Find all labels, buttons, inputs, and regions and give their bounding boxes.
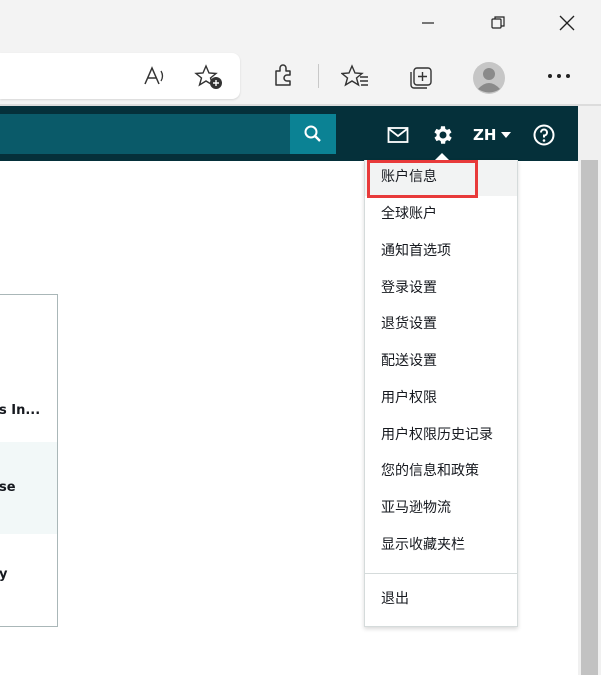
dropdown-caret	[435, 153, 449, 160]
favorites-icon[interactable]	[340, 62, 370, 90]
language-label: ZH	[473, 126, 497, 144]
menu-item-permission-history[interactable]: 用户权限历史记录	[381, 424, 493, 446]
add-favorite-icon[interactable]	[193, 62, 225, 92]
search-input[interactable]	[0, 114, 290, 154]
settings-gear-icon[interactable]	[428, 121, 456, 149]
scrollbar-thumb[interactable]	[581, 160, 598, 675]
menu-item-user-permissions[interactable]: 用户权限	[381, 387, 437, 409]
menu-item-global-account[interactable]: 全球账户	[381, 203, 437, 225]
menu-item-notification-preferences[interactable]: 通知首选项	[381, 240, 451, 262]
restore-icon	[491, 16, 505, 29]
language-selector[interactable]: ZH	[473, 124, 512, 146]
extensions-icon[interactable]	[268, 62, 298, 90]
menu-item-logout[interactable]: 退出	[381, 588, 409, 610]
toolbar-separator	[318, 64, 319, 88]
search-button[interactable]	[290, 114, 336, 154]
close-icon	[559, 15, 575, 31]
card-row[interactable]: y	[0, 563, 57, 587]
content-card: s In... se y	[0, 294, 58, 627]
search-icon	[304, 125, 321, 142]
close-window-button[interactable]	[537, 0, 597, 46]
chevron-down-icon	[501, 132, 512, 138]
collections-icon[interactable]	[406, 62, 436, 92]
menu-item-your-info-policies[interactable]: 您的信息和政策	[381, 460, 479, 482]
more-icon[interactable]	[544, 62, 574, 90]
card-row-selected[interactable]: se	[0, 442, 57, 534]
card-row[interactable]: s In...	[0, 399, 57, 423]
menu-item-show-favorites-bar[interactable]: 显示收藏夹栏	[381, 534, 465, 556]
menu-item-fba[interactable]: 亚马逊物流	[381, 497, 451, 519]
menu-item-login-settings[interactable]: 登录设置	[381, 277, 437, 299]
minimize-icon	[422, 22, 434, 24]
help-icon[interactable]	[530, 121, 558, 149]
menu-item-shipping-settings[interactable]: 配送设置	[381, 350, 437, 372]
minimize-button[interactable]	[398, 0, 458, 46]
read-aloud-icon[interactable]	[140, 62, 170, 90]
menu-item-return-settings[interactable]: 退货设置	[381, 313, 437, 335]
mail-icon[interactable]	[384, 122, 412, 148]
profile-icon[interactable]	[470, 60, 508, 96]
menu-divider	[365, 573, 517, 574]
highlight-annotation-box	[367, 160, 478, 198]
maximize-button[interactable]	[468, 0, 528, 46]
